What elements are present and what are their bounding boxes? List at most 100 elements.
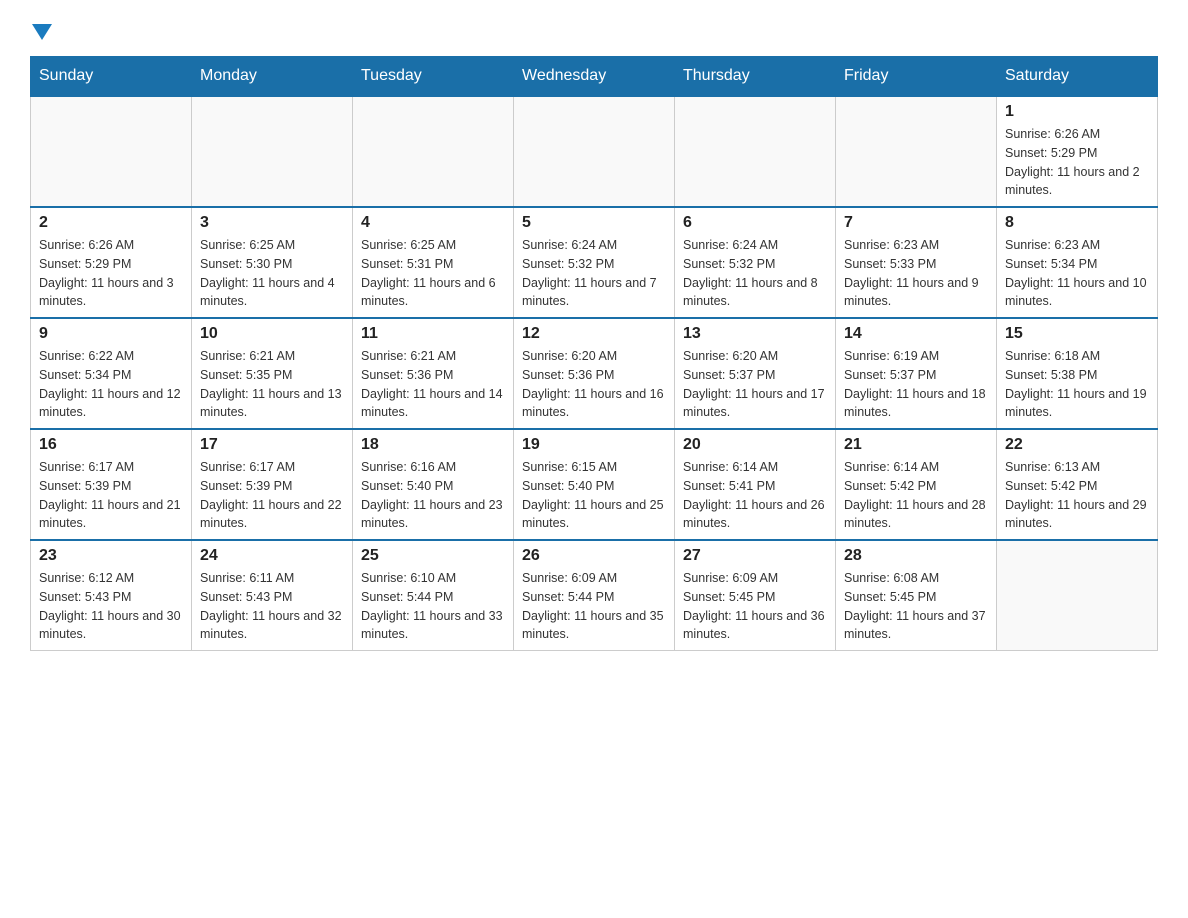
sunset-text: Sunset: 5:39 PM: [39, 477, 183, 496]
day-info: Sunrise: 6:21 AMSunset: 5:35 PMDaylight:…: [200, 347, 344, 422]
day-info: Sunrise: 6:18 AMSunset: 5:38 PMDaylight:…: [1005, 347, 1149, 422]
sunrise-text: Sunrise: 6:20 AM: [522, 347, 666, 366]
calendar-cell: [997, 540, 1158, 651]
calendar-cell: 27 Sunrise: 6:09 AMSunset: 5:45 PMDayligh…: [675, 540, 836, 651]
day-number: 14: [844, 325, 988, 343]
column-header-thursday: Thursday: [675, 57, 836, 97]
sunset-text: Sunset: 5:41 PM: [683, 477, 827, 496]
sunrise-text: Sunrise: 6:26 AM: [39, 236, 183, 255]
sunset-text: Sunset: 5:42 PM: [1005, 477, 1149, 496]
calendar-cell: [514, 96, 675, 207]
day-info: Sunrise: 6:09 AMSunset: 5:44 PMDaylight:…: [522, 569, 666, 644]
daylight-text: Daylight: 11 hours and 37 minutes.: [844, 607, 988, 645]
sunset-text: Sunset: 5:30 PM: [200, 255, 344, 274]
calendar-cell: 24Sunrise: 6:11 AMSunset: 5:43 PMDayligh…: [192, 540, 353, 651]
day-number: 17: [200, 436, 344, 454]
day-info: Sunrise: 6:21 AMSunset: 5:36 PMDaylight:…: [361, 347, 505, 422]
sunrise-text: Sunrise: 6:14 AM: [683, 458, 827, 477]
day-info: Sunrise: 6:25 AMSunset: 5:31 PMDaylight:…: [361, 236, 505, 311]
day-info: Sunrise: 6:26 AMSunset: 5:29 PMDaylight:…: [1005, 125, 1149, 200]
week-row-4: 16Sunrise: 6:17 AMSunset: 5:39 PMDayligh…: [31, 429, 1158, 540]
daylight-text: Daylight: 11 hours and 25 minutes.: [522, 496, 666, 534]
sunrise-text: Sunrise: 6:17 AM: [39, 458, 183, 477]
day-info: Sunrise: 6:15 AMSunset: 5:40 PMDaylight:…: [522, 458, 666, 533]
day-number: 28: [844, 547, 988, 565]
sunset-text: Sunset: 5:36 PM: [522, 366, 666, 385]
daylight-text: Daylight: 11 hours and 13 minutes.: [200, 385, 344, 423]
day-number: 25: [361, 547, 505, 565]
sunset-text: Sunset: 5:43 PM: [200, 588, 344, 607]
sunrise-text: Sunrise: 6:26 AM: [1005, 125, 1149, 144]
sunrise-text: Sunrise: 6:24 AM: [522, 236, 666, 255]
page-header: [30, 20, 1158, 36]
calendar-cell: 23Sunrise: 6:12 AMSunset: 5:43 PMDayligh…: [31, 540, 192, 651]
sunset-text: Sunset: 5:39 PM: [200, 477, 344, 496]
sunrise-text: Sunrise: 6:23 AM: [844, 236, 988, 255]
day-number: 16: [39, 436, 183, 454]
calendar-cell: 18Sunrise: 6:16 AMSunset: 5:40 PMDayligh…: [353, 429, 514, 540]
day-number: 8: [1005, 214, 1149, 232]
sunset-text: Sunset: 5:32 PM: [683, 255, 827, 274]
calendar-cell: 21Sunrise: 6:14 AMSunset: 5:42 PMDayligh…: [836, 429, 997, 540]
day-info: Sunrise: 6:23 AMSunset: 5:34 PMDaylight:…: [1005, 236, 1149, 311]
calendar-cell: 14Sunrise: 6:19 AMSunset: 5:37 PMDayligh…: [836, 318, 997, 429]
sunset-text: Sunset: 5:34 PM: [39, 366, 183, 385]
sunset-text: Sunset: 5:43 PM: [39, 588, 183, 607]
calendar-table: SundayMondayTuesdayWednesdayThursdayFrid…: [30, 56, 1158, 651]
day-info: Sunrise: 6:24 AMSunset: 5:32 PMDaylight:…: [522, 236, 666, 311]
day-info: Sunrise: 6:10 AMSunset: 5:44 PMDaylight:…: [361, 569, 505, 644]
column-header-sunday: Sunday: [31, 57, 192, 97]
daylight-text: Daylight: 11 hours and 33 minutes.: [361, 607, 505, 645]
column-header-friday: Friday: [836, 57, 997, 97]
calendar-cell: 7Sunrise: 6:23 AMSunset: 5:33 PMDaylight…: [836, 207, 997, 318]
sunset-text: Sunset: 5:29 PM: [1005, 144, 1149, 163]
sunrise-text: Sunrise: 6:17 AM: [200, 458, 344, 477]
calendar-cell: 28 Sunrise: 6:08 AMSunset: 5:45 PMDayligh…: [836, 540, 997, 651]
calendar-cell: 4 Sunrise: 6:25 AMSunset: 5:31 PMDaylight…: [353, 207, 514, 318]
day-info: Sunrise: 6:25 AMSunset: 5:30 PMDaylight:…: [200, 236, 344, 311]
calendar-cell: 3Sunrise: 6:25 AMSunset: 5:30 PMDaylight…: [192, 207, 353, 318]
day-number: 7: [844, 214, 988, 232]
sunset-text: Sunset: 5:38 PM: [1005, 366, 1149, 385]
day-info: Sunrise: 6:24 AMSunset: 5:32 PMDaylight:…: [683, 236, 827, 311]
sunrise-text: Sunrise: 6:16 AM: [361, 458, 505, 477]
sunrise-text: Sunrise: 6:25 AM: [200, 236, 344, 255]
day-number: 27: [683, 547, 827, 565]
day-number: 15: [1005, 325, 1149, 343]
day-info: Sunrise: 6:14 AMSunset: 5:42 PMDaylight:…: [844, 458, 988, 533]
calendar-cell: 13Sunrise: 6:20 AMSunset: 5:37 PMDayligh…: [675, 318, 836, 429]
day-info: Sunrise: 6:13 AMSunset: 5:42 PMDaylight:…: [1005, 458, 1149, 533]
sunset-text: Sunset: 5:37 PM: [844, 366, 988, 385]
sunrise-text: Sunrise: 6:12 AM: [39, 569, 183, 588]
day-info: Sunrise: 6:08 AMSunset: 5:45 PMDaylight:…: [844, 569, 988, 644]
sunset-text: Sunset: 5:45 PM: [844, 588, 988, 607]
day-number: 2: [39, 214, 183, 232]
daylight-text: Daylight: 11 hours and 9 minutes.: [844, 274, 988, 312]
sunrise-text: Sunrise: 6:15 AM: [522, 458, 666, 477]
day-number: 5: [522, 214, 666, 232]
calendar-cell: 22Sunrise: 6:13 AMSunset: 5:42 PMDayligh…: [997, 429, 1158, 540]
day-number: 10: [200, 325, 344, 343]
sunrise-text: Sunrise: 6:14 AM: [844, 458, 988, 477]
calendar-cell: [353, 96, 514, 207]
column-header-tuesday: Tuesday: [353, 57, 514, 97]
day-info: Sunrise: 6:26 AMSunset: 5:29 PMDaylight:…: [39, 236, 183, 311]
daylight-text: Daylight: 11 hours and 4 minutes.: [200, 274, 344, 312]
column-header-monday: Monday: [192, 57, 353, 97]
day-number: 1: [1005, 103, 1149, 121]
calendar-cell: [836, 96, 997, 207]
day-number: 23: [39, 547, 183, 565]
calendar-cell: 2 Sunrise: 6:26 AMSunset: 5:29 PMDaylight…: [31, 207, 192, 318]
calendar-cell: [31, 96, 192, 207]
calendar-cell: 26Sunrise: 6:09 AMSunset: 5:44 PMDayligh…: [514, 540, 675, 651]
day-info: Sunrise: 6:09 AMSunset: 5:45 PMDaylight:…: [683, 569, 827, 644]
calendar-cell: 16Sunrise: 6:17 AMSunset: 5:39 PMDayligh…: [31, 429, 192, 540]
calendar-cell: 8 Sunrise: 6:23 AMSunset: 5:34 PMDaylight…: [997, 207, 1158, 318]
sunset-text: Sunset: 5:40 PM: [361, 477, 505, 496]
daylight-text: Daylight: 11 hours and 2 minutes.: [1005, 163, 1149, 201]
day-number: 19: [522, 436, 666, 454]
calendar-cell: 5 Sunrise: 6:24 AMSunset: 5:32 PMDaylight…: [514, 207, 675, 318]
day-number: 4: [361, 214, 505, 232]
sunrise-text: Sunrise: 6:21 AM: [200, 347, 344, 366]
daylight-text: Daylight: 11 hours and 28 minutes.: [844, 496, 988, 534]
